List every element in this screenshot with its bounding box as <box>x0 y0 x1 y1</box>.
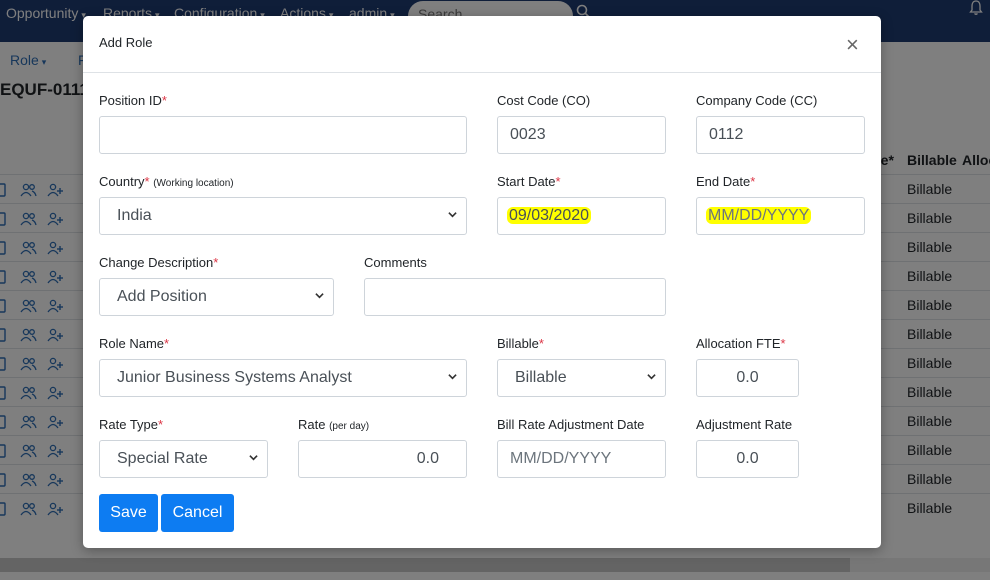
chevron-down-icon <box>448 374 457 380</box>
rate-input[interactable]: 0.0 <box>298 440 467 478</box>
position-id-label: Position ID* <box>99 93 167 108</box>
cancel-button[interactable]: Cancel <box>161 494 234 532</box>
cost-code-input[interactable]: 0023 <box>497 116 666 154</box>
start-date-input[interactable]: 09/03/2020 <box>497 197 666 235</box>
start-date-value: 09/03/2020 <box>507 207 592 224</box>
end-date-placeholder: MM/DD/YYYY <box>706 207 812 224</box>
rate-type-label: Rate Type* <box>99 417 164 432</box>
country-select[interactable]: India <box>99 197 467 235</box>
chevron-down-icon <box>315 293 324 299</box>
rate-label: Rate (per day) <box>298 417 370 432</box>
change-description-select[interactable]: Add Position <box>99 278 334 316</box>
billable-select[interactable]: Billable <box>497 359 666 397</box>
role-name-label: Role Name* <box>99 336 170 351</box>
chevron-down-icon <box>249 455 258 461</box>
start-date-label: Start Date* <box>497 174 561 189</box>
adjustment-rate-input[interactable]: 0.0 <box>696 440 799 478</box>
chevron-down-icon <box>647 374 656 380</box>
company-code-label: Company Code (CC) <box>696 93 818 108</box>
chevron-down-icon <box>448 212 457 218</box>
position-id-input[interactable] <box>99 116 467 154</box>
end-date-input[interactable]: MM/DD/YYYY <box>696 197 865 235</box>
modal-header: Add Role × <box>83 16 881 73</box>
comments-label: Comments <box>364 255 427 270</box>
company-code-input[interactable]: 0112 <box>696 116 865 154</box>
rate-type-select[interactable]: Special Rate <box>99 440 268 478</box>
add-role-modal: Add Role × Position ID* Cost Code (CO) 0… <box>83 16 881 548</box>
cost-code-label: Cost Code (CO) <box>497 93 591 108</box>
allocation-fte-label: Allocation FTE* <box>696 336 786 351</box>
save-button[interactable]: Save <box>99 494 158 532</box>
allocation-fte-input[interactable]: 0.0 <box>696 359 799 397</box>
adjustment-rate-label: Adjustment Rate <box>696 417 793 432</box>
role-name-select[interactable]: Junior Business Systems Analyst <box>99 359 467 397</box>
close-icon[interactable]: × <box>846 34 859 56</box>
comments-input[interactable] <box>364 278 666 316</box>
end-date-label: End Date* <box>696 174 756 189</box>
bill-rate-adjustment-date-label: Bill Rate Adjustment Date <box>497 417 645 432</box>
change-description-label: Change Description* <box>99 255 219 270</box>
country-label: Country* (Working location) <box>99 174 234 189</box>
billable-label: Billable* <box>497 336 544 351</box>
bill-rate-adjustment-date-input[interactable]: MM/DD/YYYY <box>497 440 666 478</box>
modal-title: Add Role <box>99 35 153 50</box>
